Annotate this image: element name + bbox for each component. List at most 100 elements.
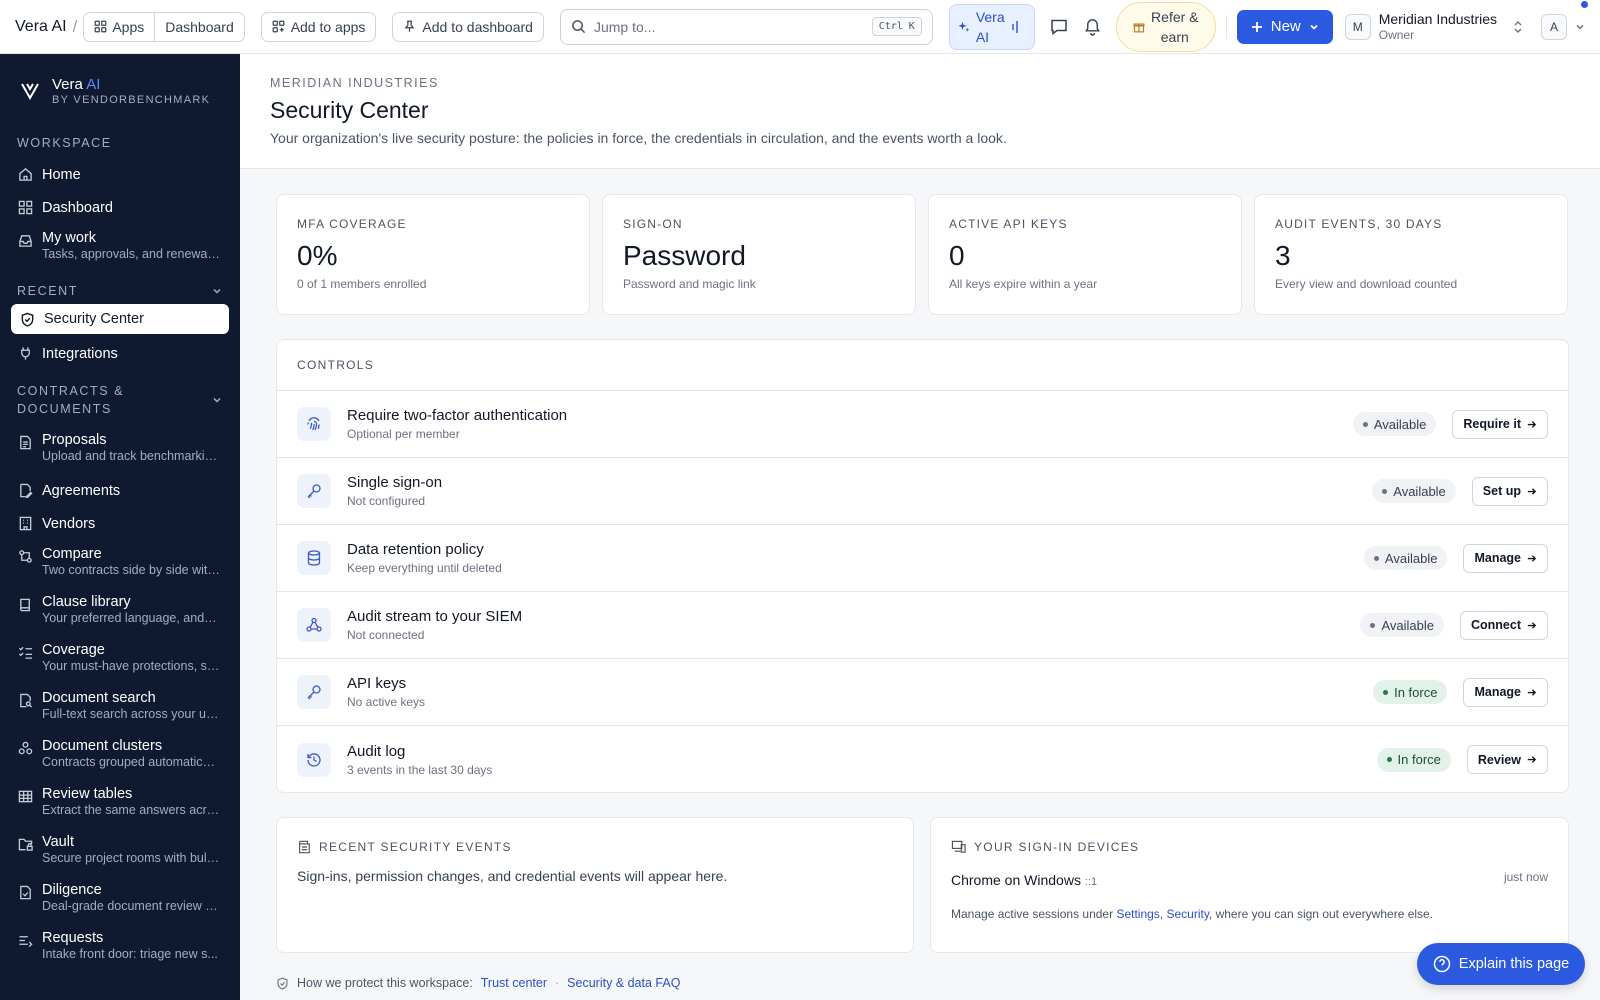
require-it-button[interactable]: Require it (1452, 409, 1548, 439)
vera-ai-label: Vera AI (976, 7, 1005, 47)
sidebar-item-security-center[interactable]: Security Center (11, 304, 229, 334)
user-menu[interactable]: A (1541, 0, 1589, 40)
section-contracts-label-2: DOCUMENTS (17, 402, 112, 416)
pin-icon (404, 20, 415, 32)
top-bar: Vera AI / Apps Dashboard Add to apps Add… (0, 0, 1600, 54)
new-button[interactable]: New (1236, 9, 1333, 44)
sidebar-item-label: Vault (42, 834, 74, 850)
sidebar-logo[interactable]: Vera AI BY VENDORBENCHMARK (0, 54, 240, 106)
grid-plus-icon (272, 20, 285, 33)
arrow-right-icon (1527, 756, 1537, 763)
sign-in-devices-header: YOUR SIGN-IN DEVICES (951, 840, 1548, 854)
device-time: just now (1503, 870, 1548, 884)
help-circle-icon (1433, 955, 1451, 973)
sign-in-devices-title: YOUR SIGN-IN DEVICES (974, 840, 1140, 854)
review-button[interactable]: Review (1466, 745, 1548, 774)
action-label: Review (1477, 752, 1521, 767)
add-to-dashboard-button[interactable]: Add to dashboard (392, 11, 544, 42)
home-icon (19, 168, 32, 181)
refer-label-1: Refer & (1151, 8, 1199, 25)
refer-and-earn-button[interactable]: Refer & earn (1115, 1, 1216, 52)
connect-button[interactable]: Connect (1460, 610, 1548, 640)
log-list-icon (299, 840, 310, 854)
sidebar-item-home[interactable]: Home (0, 158, 240, 191)
status-badge-label: Available (1393, 483, 1446, 499)
recent-events-title: RECENT SECURITY EVENTS (319, 840, 512, 854)
settings-security-link[interactable]: Settings, Security (1116, 907, 1208, 921)
section-recent[interactable]: RECENT (0, 282, 240, 300)
action-label: Manage (1474, 551, 1521, 565)
kpi-sub: Password and magic link (623, 277, 756, 291)
action-label: Manage (1474, 685, 1521, 699)
sidebar-item-document-clusters[interactable]: Document clusters Contracts grouped autom… (0, 732, 240, 780)
trust-center-link[interactable]: Trust center (481, 976, 547, 990)
sidebar-item-integrations[interactable]: Integrations (0, 337, 240, 370)
status-badge: Available (1363, 546, 1448, 570)
jump-to-search[interactable]: Ctrl K (559, 8, 933, 45)
explain-this-page-button[interactable]: Explain this page (1417, 943, 1585, 985)
sidebar-item-agreements[interactable]: Agreements (0, 474, 240, 507)
dashboard-button[interactable]: Dashboard (154, 12, 243, 41)
section-contracts[interactable]: CONTRACTS & DOCUMENTS (0, 382, 240, 418)
action-label: Connect (1471, 618, 1521, 632)
logo-title: Vera AI (52, 76, 210, 94)
document-icon (20, 435, 31, 450)
sidebar-item-label: Coverage (42, 642, 105, 658)
manage-retention-button[interactable]: Manage (1463, 543, 1548, 573)
sidebar-item-dashboard[interactable]: Dashboard (0, 191, 240, 224)
sidebar-item-coverage[interactable]: Coverage Your must-have protections, sw..… (0, 636, 240, 684)
control-title: Data retention policy (347, 541, 484, 558)
add-to-apps-button[interactable]: Add to apps (260, 11, 377, 42)
recent-events-header: RECENT SECURITY EVENTS (297, 840, 893, 854)
messages-button[interactable] (1049, 17, 1069, 37)
key-icon (297, 474, 331, 508)
sidebar-item-diligence[interactable]: Diligence Deal-grade document review w... (0, 876, 240, 924)
sidebar-item-vendors[interactable]: Vendors (0, 507, 240, 540)
sidebar-item-label: Agreements (42, 482, 121, 499)
vera-logo-icon (21, 83, 39, 100)
arrow-right-icon (1527, 621, 1537, 629)
chevron-down-icon (213, 397, 221, 403)
sidebar-item-compare[interactable]: Compare Two contracts side by side with..… (0, 540, 240, 588)
sidebar-item-sublabel: Your must-have protections, sw... (42, 659, 220, 673)
sidebar-item-clause-library[interactable]: Clause library Your preferred language, a… (0, 588, 240, 636)
sidebar-item-label: My work (42, 230, 96, 246)
status-badge: Available (1372, 479, 1456, 503)
recent-events-empty: Sign-ins, permission changes, and creden… (297, 868, 728, 884)
sidebar-item-proposals[interactable]: Proposals Upload and track benchmarkin... (0, 426, 240, 474)
action-label: Set up (1482, 484, 1521, 498)
logo-ai: AI (86, 76, 101, 93)
apps-label: Apps (112, 18, 145, 35)
brand-name[interactable]: Vera AI (15, 18, 67, 36)
device-name: Chrome on Windows (951, 872, 1081, 888)
status-badge-label: In force (1394, 684, 1438, 700)
kpi-label: AUDIT EVENTS, 30 DAYS (1275, 217, 1443, 231)
vera-ai-label-1: Vera (975, 8, 1005, 25)
dashboard-label: Dashboard (165, 18, 234, 35)
grid-icon (18, 200, 33, 215)
arrow-right-icon (1527, 688, 1537, 696)
sidebar-item-requests[interactable]: Requests Intake front door: triage new s.… (0, 924, 240, 972)
apps-button[interactable]: Apps (84, 13, 154, 41)
kpi-value: 3 (1275, 240, 1291, 271)
status-badge: In force (1373, 680, 1448, 704)
recent-events-panel: RECENT SECURITY EVENTS Sign-ins, permiss… (276, 817, 914, 953)
organization-switcher[interactable]: M Meridian Industries Owner (1344, 11, 1523, 42)
sidebar-item-sublabel: Two contracts side by side with... (42, 563, 220, 577)
sidebar-item-vault[interactable]: Vault Secure project rooms with bulk... (0, 828, 240, 876)
vera-ai-button[interactable]: Vera AI (948, 3, 1035, 50)
manage-api-keys-button[interactable]: Manage (1463, 677, 1548, 707)
refer-label-2: earn (1160, 28, 1189, 45)
sidebar-item-document-search[interactable]: Document search Full-text search across y… (0, 684, 240, 732)
building-icon (19, 516, 32, 531)
security-faq-link[interactable]: Security & data FAQ (567, 976, 680, 990)
kpi-value: Password (623, 240, 746, 271)
set-up-button[interactable]: Set up (1471, 476, 1548, 506)
kpi-label: ACTIVE API KEYS (949, 217, 1068, 231)
sidebar-item-review-tables[interactable]: Review tables Extract the same answers ac… (0, 780, 240, 828)
grid-icon (94, 20, 107, 33)
search-input[interactable] (593, 18, 864, 35)
sidebar-item-my-work[interactable]: My work Tasks, approvals, and renewals ..… (0, 224, 240, 272)
control-title: Require two-factor authentication (347, 407, 568, 424)
notifications-button[interactable] (1083, 17, 1102, 36)
